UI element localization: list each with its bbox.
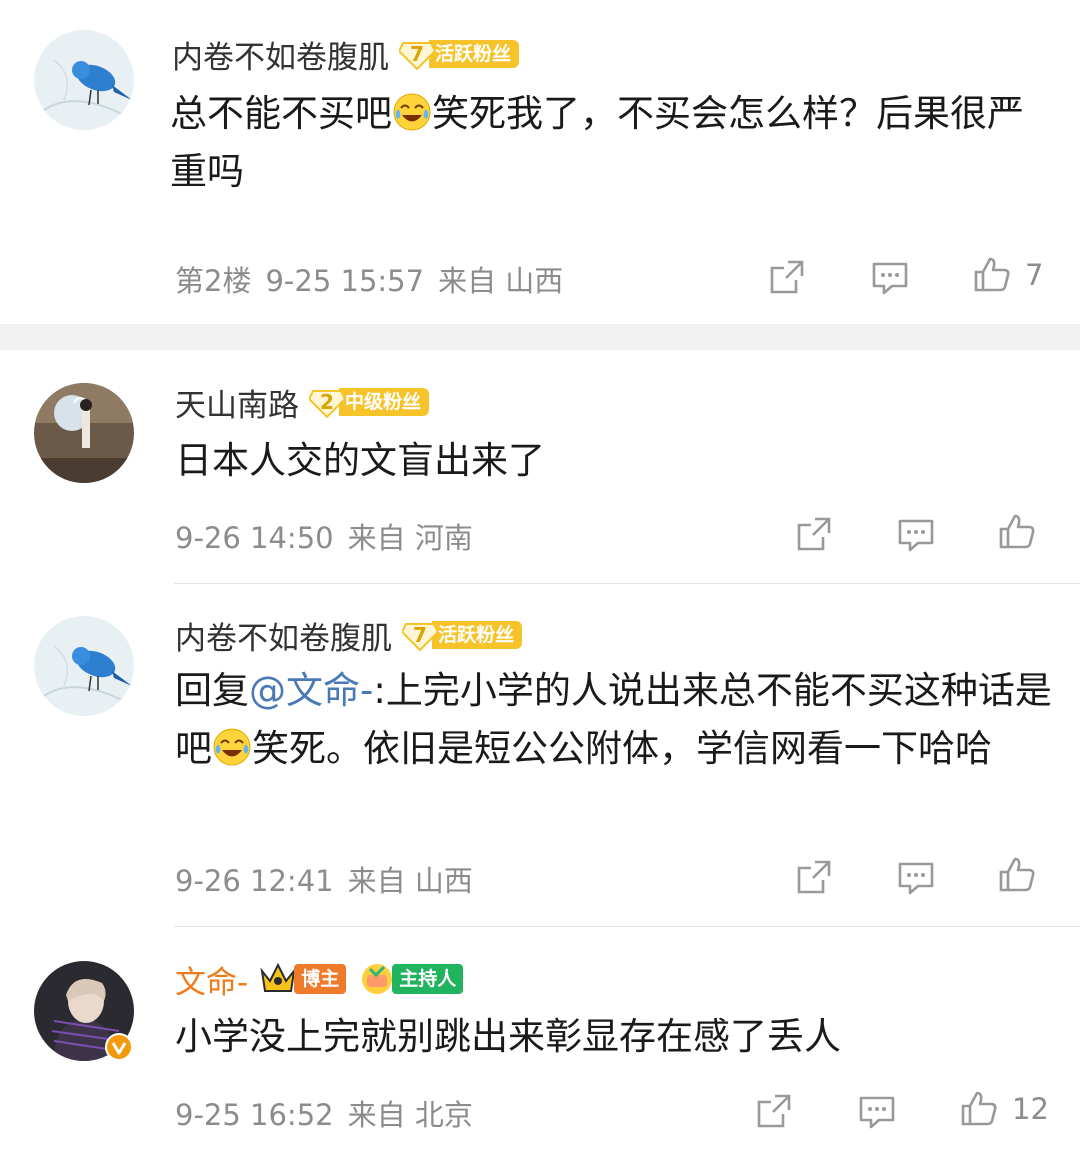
comment-button[interactable] [896, 858, 936, 896]
name-row: 内卷不如卷腹肌 7 活跃粉丝 [172, 32, 520, 77]
badge-level-icon: 7 [402, 618, 438, 652]
location: 来自 山西 [347, 864, 473, 898]
author-tag-label: 博主 [294, 964, 347, 994]
divider [174, 926, 1080, 927]
share-button[interactable] [768, 258, 806, 296]
username[interactable]: 内卷不如卷腹肌 [172, 32, 389, 77]
comment-text: 小学没上完就别跳出来彰显存在感了丢人 [175, 1015, 841, 1058]
thumbs-up-icon [974, 257, 1010, 292]
fan-badge[interactable]: 7 活跃粉丝 [402, 618, 523, 652]
avatar[interactable] [34, 30, 134, 130]
timestamp: 9-26 12:41 [175, 864, 334, 898]
badge-level-icon: 2 [309, 385, 345, 419]
timestamp: 9-25 15:57 [265, 264, 425, 298]
badge-label: 中级粉丝 [339, 388, 430, 416]
thumbs-up-icon [999, 857, 1035, 892]
share-button[interactable] [755, 1092, 793, 1130]
comment-icon [872, 262, 908, 295]
share-button[interactable] [795, 515, 833, 553]
location: 来自 山西 [438, 264, 564, 298]
divider [174, 583, 1080, 584]
comment-icon [898, 862, 934, 895]
floor-number: 第2楼 [175, 264, 252, 298]
name-row: 天山南路 2 中级粉丝 [175, 380, 430, 425]
username[interactable]: 文命- [175, 957, 248, 1002]
comment-meta: 9-26 14:50 来自 河南 [175, 515, 487, 557]
badge-label: 活跃粉丝 [429, 40, 520, 68]
comment-meta: 9-25 16:52 来自 北京 [175, 1092, 487, 1134]
comment-icon [859, 1096, 895, 1129]
like-count: 7 [1025, 258, 1044, 292]
timestamp: 9-26 14:50 [175, 521, 334, 555]
host-icon [362, 964, 393, 994]
host-tag-label: 主持人 [392, 964, 464, 994]
share-icon [770, 260, 804, 294]
name-row: 内卷不如卷腹肌 7 活跃粉丝 [175, 613, 523, 658]
thumbs-up-icon [961, 1091, 997, 1126]
share-icon [797, 517, 831, 551]
thumbs-up-icon [999, 514, 1035, 549]
comment-text: 日本人交的文盲出来了 [175, 439, 545, 482]
username[interactable]: 内卷不如卷腹肌 [175, 613, 392, 658]
comment-meta: 9-26 12:41 来自 山西 [175, 858, 487, 900]
username[interactable]: 天山南路 [175, 380, 299, 425]
like-button[interactable]: 12 [960, 1090, 1049, 1128]
laugh-cry-emoji-icon [213, 728, 251, 766]
location: 来自 河南 [347, 521, 473, 555]
share-button[interactable] [795, 858, 833, 896]
comment-meta: 第2楼 9-25 15:57 来自 山西 [175, 258, 577, 300]
host-tag[interactable]: 主持人 [358, 961, 464, 997]
like-count: 12 [1012, 1092, 1049, 1126]
laugh-cry-emoji-icon [393, 93, 431, 131]
crown-icon [260, 962, 296, 992]
fan-badge[interactable]: 2 中级粉丝 [309, 385, 430, 419]
fan-badge[interactable]: 7 活跃粉丝 [399, 37, 520, 71]
comment-text: 回复@文命-:上完小学的人说出来总不能不买这种话是吧 笑死。依旧是短公公附体，学信… [175, 669, 1052, 770]
section-divider [0, 324, 1080, 350]
comment-text: 总不能不买吧 笑死我了，不买会怎么样？后果很严重吗 [170, 92, 1024, 193]
comment-button[interactable] [896, 515, 936, 553]
timestamp: 9-25 16:52 [175, 1098, 334, 1132]
share-icon [797, 860, 831, 894]
comment-icon [898, 519, 934, 552]
author-tag[interactable]: 博主 [258, 961, 347, 997]
comment-button[interactable] [857, 1092, 897, 1130]
comment-button[interactable] [870, 258, 910, 296]
like-button[interactable]: 7 [973, 256, 1043, 294]
badge-label: 活跃粉丝 [432, 621, 523, 649]
like-button[interactable] [998, 513, 1036, 551]
badge-level-icon: 7 [399, 37, 435, 71]
avatar[interactable] [34, 383, 134, 483]
name-row: 文命- 博主 主持人 [175, 957, 464, 1002]
like-button[interactable] [998, 856, 1036, 894]
mention-link[interactable]: @文命- [249, 669, 373, 712]
location: 来自 北京 [347, 1098, 473, 1132]
share-icon [757, 1094, 791, 1128]
verified-icon [105, 1033, 133, 1061]
avatar[interactable] [34, 616, 134, 716]
